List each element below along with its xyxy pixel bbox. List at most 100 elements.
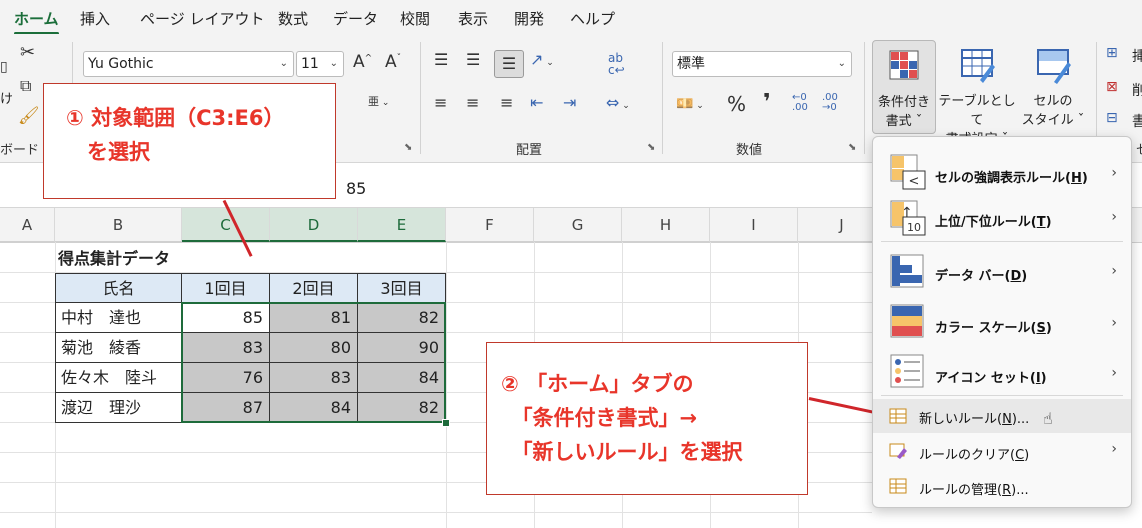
align-center-icon[interactable]: ≡ <box>466 95 479 111</box>
tab-data[interactable]: データ <box>333 8 378 29</box>
menu-item-data-bars[interactable]: データ バー(D) › <box>873 245 1131 297</box>
number-format-value: 標準 <box>677 56 705 72</box>
delete-cells-icon[interactable]: ⊠ <box>1106 80 1118 94</box>
fill-handle[interactable] <box>442 419 450 427</box>
phonetic-guide-icon[interactable]: 亜 ⌄ <box>368 96 389 108</box>
chevron-right-icon: › <box>1111 263 1117 279</box>
menu-item-color-scales[interactable]: カラー スケール(S) › <box>873 297 1131 347</box>
merge-center-icon[interactable]: ⇔ ⌄ <box>606 95 630 111</box>
alignment-group-label: 配置 <box>516 143 543 158</box>
callout-step-2-pointer <box>808 397 878 415</box>
table-header-round3[interactable]: 3回目 <box>357 273 446 303</box>
tab-home[interactable]: ホーム <box>14 8 59 35</box>
svg-text:10: 10 <box>907 221 921 234</box>
cell-styles-label-1: セルの <box>1033 94 1073 109</box>
group-divider <box>662 42 663 154</box>
table-row-name[interactable]: 中村 達也 <box>55 302 182 333</box>
chevron-right-icon: › <box>1111 165 1117 181</box>
format-as-table-icon <box>961 49 995 83</box>
font-name-combo[interactable]: Yu Gothic ⌄ <box>83 51 294 77</box>
format-as-table-button[interactable]: テーブルとして 書式設定 ˇ <box>934 40 1020 147</box>
number-group-label: 数値 <box>736 143 763 158</box>
comma-style-button[interactable]: ❜ <box>763 92 771 114</box>
format-cells-label: 書 <box>1132 114 1142 130</box>
chevron-right-icon: › <box>1111 441 1117 457</box>
mouse-cursor-icon: ☝ <box>1043 409 1053 428</box>
table-header-round2[interactable]: 2回目 <box>269 273 358 303</box>
formula-bar-value[interactable]: 85 <box>346 179 366 198</box>
copy-icon[interactable]: ⧉ <box>20 78 31 94</box>
menu-item-highlight-cells-rules[interactable]: < セルの強調表示ルール(H) › <box>873 147 1131 199</box>
align-left-icon[interactable]: ≡ <box>434 95 447 111</box>
table-row-name[interactable]: 菊池 綾香 <box>55 332 182 363</box>
grow-font-icon[interactable]: A^ <box>353 54 372 71</box>
increase-decimal-icon[interactable]: ←0.00 <box>792 93 808 113</box>
chevron-down-icon: ⌄ <box>329 58 338 69</box>
format-painter-icon[interactable]: 🖌 <box>18 108 40 125</box>
callout-step-1-line-2: を選択 <box>66 140 150 164</box>
column-header-c[interactable]: C <box>182 208 270 242</box>
align-middle-icon[interactable]: ☰ <box>466 52 480 68</box>
alignment-dialog-launcher[interactable]: ⬊ <box>647 142 655 153</box>
align-top-icon[interactable]: ☰ <box>434 52 448 68</box>
delete-cells-label: 削 <box>1132 83 1142 99</box>
table-row-name[interactable]: 渡辺 理沙 <box>55 392 182 423</box>
orientation-icon[interactable]: ↗ ⌄ <box>530 52 554 68</box>
tab-developer[interactable]: 開発 <box>514 8 544 29</box>
conditional-formatting-icon <box>889 50 919 80</box>
table-header-name[interactable]: 氏名 <box>55 273 182 303</box>
column-header-g[interactable]: G <box>534 208 622 242</box>
column-header-d[interactable]: D <box>270 208 358 242</box>
conditional-formatting-label-1: 条件付き <box>877 95 930 110</box>
align-bottom-icon[interactable]: ☰ <box>494 50 524 78</box>
table-row-name[interactable]: 佐々木 陸斗 <box>55 362 182 393</box>
decrease-indent-icon[interactable]: ⇤ <box>530 95 543 111</box>
tab-help[interactable]: ヘルプ <box>570 8 615 29</box>
menu-item-label: ルールの管理(R)... <box>919 483 1029 498</box>
font-size-value: 11 <box>301 56 319 72</box>
tab-formulas[interactable]: 数式 <box>278 8 308 29</box>
accounting-format-icon[interactable]: 💴 ⌄ <box>676 97 704 111</box>
column-header-f[interactable]: F <box>446 208 534 242</box>
tab-review[interactable]: 校閲 <box>400 8 430 29</box>
percent-style-button[interactable]: % <box>727 94 746 114</box>
menu-item-new-rule[interactable]: 新しいルール(N)... ☝ <box>873 399 1131 433</box>
number-dialog-launcher[interactable]: ⬊ <box>848 142 856 153</box>
tab-insert[interactable]: 挿入 <box>80 8 110 29</box>
format-cells-icon[interactable]: ⊟ <box>1106 111 1118 125</box>
conditional-formatting-label-2: 書式 ˇ <box>885 114 923 129</box>
wrap-text-icon[interactable]: ab c↩ <box>608 52 625 76</box>
cut-icon[interactable]: ✂ <box>20 44 35 62</box>
color-scales-icon <box>890 304 924 338</box>
top-bottom-rules-icon: ↑ 10 <box>890 200 926 236</box>
column-header-i[interactable]: I <box>710 208 798 242</box>
highlight-cells-rules-icon: < <box>890 154 926 190</box>
menu-item-icon-sets[interactable]: アイコン セット(I) › <box>873 347 1131 397</box>
cell-styles-button[interactable]: セルの スタイル ˇ <box>1020 40 1086 132</box>
tab-view[interactable]: 表示 <box>458 8 488 29</box>
menu-item-label: カラー スケール(S) <box>935 321 1052 336</box>
column-header-e[interactable]: E <box>358 208 446 242</box>
menu-item-clear-rules[interactable]: ルールのクリア(C) › <box>873 435 1131 469</box>
sheet-title[interactable]: 得点集計データ <box>58 244 170 273</box>
table-header-round1[interactable]: 1回目 <box>181 273 270 303</box>
font-size-combo[interactable]: 11 ⌄ <box>296 51 344 77</box>
conditional-formatting-button[interactable]: 条件付き 書式 ˇ <box>872 40 936 134</box>
tab-page-layout[interactable]: ページ レイアウト <box>140 8 264 29</box>
increase-indent-icon[interactable]: ⇥ <box>563 95 576 111</box>
menu-item-top-bottom-rules[interactable]: ↑ 10 上位/下位ルール(T) › <box>873 195 1131 243</box>
selection-range-outline <box>181 302 446 423</box>
clear-rules-icon <box>889 443 907 459</box>
menu-item-manage-rules[interactable]: ルールの管理(R)... <box>873 470 1131 504</box>
column-header-a[interactable]: A <box>0 208 55 242</box>
decrease-decimal-icon[interactable]: .00 →0 <box>822 93 838 113</box>
font-dialog-launcher[interactable]: ⬊ <box>404 139 412 154</box>
shrink-font-icon[interactable]: Aˇ <box>385 54 401 71</box>
column-header-h[interactable]: H <box>622 208 710 242</box>
paste-icon[interactable]: ▯ <box>0 60 8 74</box>
column-header-b[interactable]: B <box>55 208 182 242</box>
number-format-combo[interactable]: 標準 ⌄ <box>672 51 852 77</box>
align-right-icon[interactable]: ≡ <box>500 95 513 111</box>
callout-step-1-line-1: ① 対象範囲（C3:E6） <box>66 106 285 130</box>
insert-cells-icon[interactable]: ⊞ <box>1106 46 1118 60</box>
